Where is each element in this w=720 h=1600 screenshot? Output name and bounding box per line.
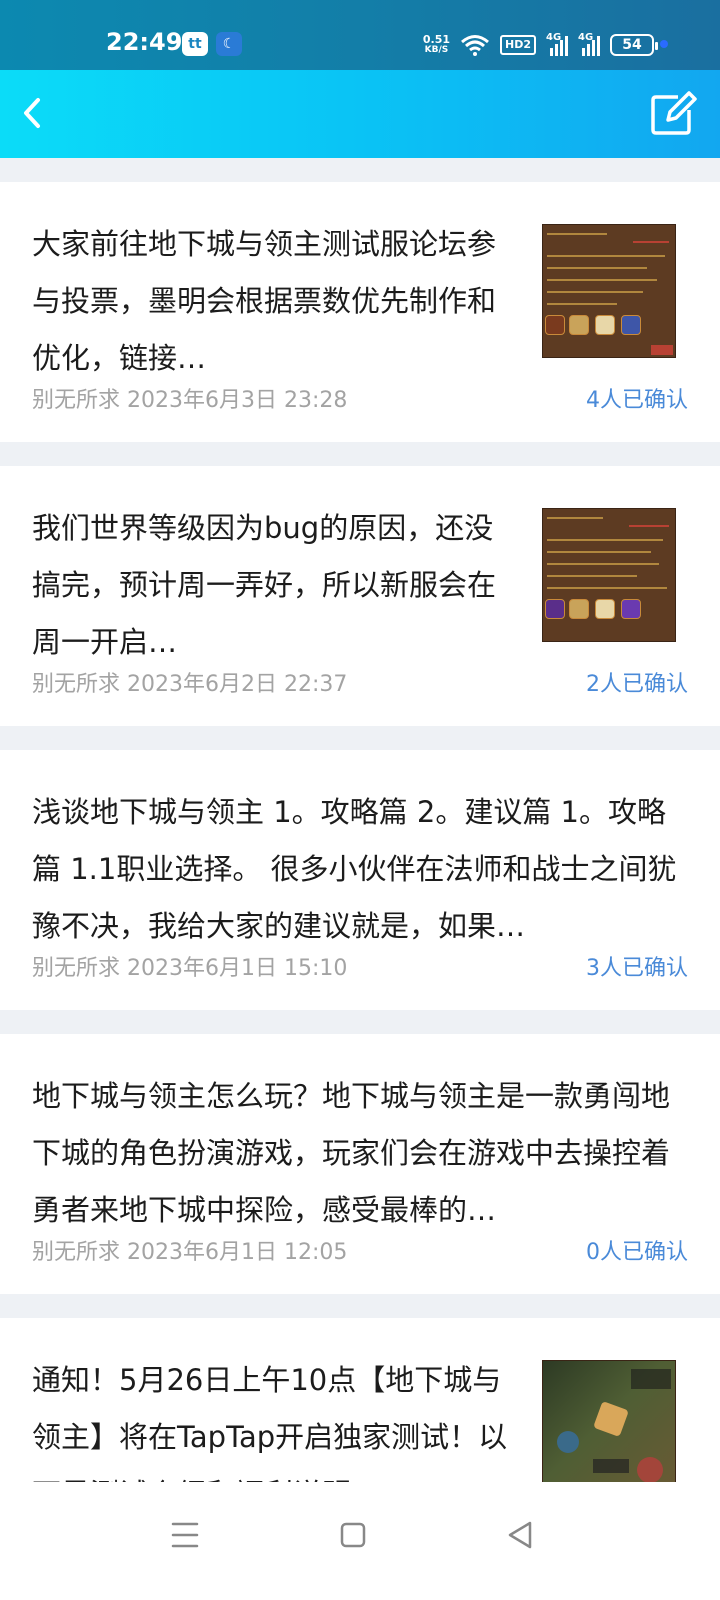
- post-author: 别无所求: [32, 956, 121, 981]
- battery-icon: 54: [610, 34, 658, 56]
- post-date: 2023年6月1日 15:10: [127, 956, 348, 981]
- post-card[interactable]: 大家前往地下城与领主测试服论坛参与投票，墨明会根据票数优先制作和优化，链接… 别…: [0, 182, 720, 442]
- tt-app-icon: tt: [182, 32, 208, 56]
- network-speed-value: 0.51: [422, 33, 450, 46]
- battery-level: 54: [622, 37, 642, 53]
- sim1-label: 4G: [546, 32, 562, 43]
- post-card[interactable]: 浅谈地下城与领主 1。攻略篇 2。建议篇 1。攻略篇 1.1职业选择。 很多小伙…: [0, 750, 720, 1010]
- post-title: 我们世界等级因为bug的原因，还没搞完，预计周一弄好，所以新服会在周一开启…: [32, 511, 497, 659]
- post-title: 大家前往地下城与领主测试服论坛参与投票，墨明会根据票数优先制作和优化，链接…: [32, 227, 497, 375]
- post-card[interactable]: 通知！5月26日上午10点【地下城与领主】将在TapTap开启独家测试！以下是测…: [0, 1318, 720, 1498]
- confirm-count[interactable]: 0人已确认: [586, 1234, 688, 1266]
- moon-app-icon: ☾: [216, 32, 242, 56]
- menu-icon[interactable]: [160, 1510, 210, 1560]
- post-thumbnail: [542, 1360, 676, 1494]
- post-date: 2023年6月2日 22:37: [127, 672, 348, 697]
- battery-indicator-dot: [660, 40, 668, 48]
- post-thumbnail: [542, 508, 676, 642]
- signal-icon-sim1: 4G: [546, 32, 568, 56]
- wifi-icon: [461, 35, 489, 56]
- post-card[interactable]: 地下城与领主怎么玩？地下城与领主是一款勇闯地下城的角色扮演游戏，玩家们会在游戏中…: [0, 1034, 720, 1294]
- post-title: 地下城与领主怎么玩？地下城与领主是一款勇闯地下城的角色扮演游戏，玩家们会在游戏中…: [32, 1079, 671, 1227]
- confirm-count[interactable]: 2人已确认: [586, 666, 688, 698]
- post-date: 2023年6月1日 12:05: [127, 1240, 348, 1265]
- triangle-back-icon[interactable]: [496, 1510, 546, 1560]
- square-home-icon[interactable]: [328, 1510, 378, 1560]
- system-nav-bar: [0, 1482, 720, 1600]
- post-author: 别无所求: [32, 388, 121, 413]
- post-title: 通知！5月26日上午10点【地下城与领主】将在TapTap开启独家测试！以下是测…: [32, 1363, 508, 1498]
- post-meta: 别无所求 2023年6月3日 23:28: [32, 382, 347, 414]
- network-speed: 0.51 KB/S: [423, 34, 450, 56]
- edit-icon[interactable]: [648, 90, 698, 138]
- sim2-label: 4G: [578, 32, 594, 43]
- post-card[interactable]: 我们世界等级因为bug的原因，还没搞完，预计周一弄好，所以新服会在周一开启… 别…: [0, 466, 720, 726]
- status-bar: 22:49 tt ☾ 0.51 KB/S HD2 4G 4G 54: [0, 0, 720, 70]
- post-date: 2023年6月3日 23:28: [127, 388, 348, 413]
- post-title: 浅谈地下城与领主 1。攻略篇 2。建议篇 1。攻略篇 1.1职业选择。 很多小伙…: [32, 795, 677, 943]
- post-thumbnail: [542, 224, 676, 358]
- post-meta: 别无所求 2023年6月1日 15:10: [32, 950, 347, 982]
- signal-icon-sim2: 4G: [578, 32, 600, 56]
- chevron-left-icon[interactable]: [10, 90, 56, 136]
- top-app-bar: [0, 70, 720, 158]
- confirm-count[interactable]: 3人已确认: [586, 950, 688, 982]
- post-author: 别无所求: [32, 672, 121, 697]
- network-speed-unit: KB/S: [424, 45, 449, 55]
- confirm-count[interactable]: 4人已确认: [586, 382, 688, 414]
- post-meta: 别无所求 2023年6月2日 22:37: [32, 666, 347, 698]
- status-indicators: 0.51 KB/S HD2 4G 4G 54: [423, 30, 658, 60]
- hd-badge: HD2: [500, 35, 536, 55]
- status-time: 22:49: [106, 28, 183, 56]
- post-meta: 别无所求 2023年6月1日 12:05: [32, 1234, 347, 1266]
- post-author: 别无所求: [32, 1240, 121, 1265]
